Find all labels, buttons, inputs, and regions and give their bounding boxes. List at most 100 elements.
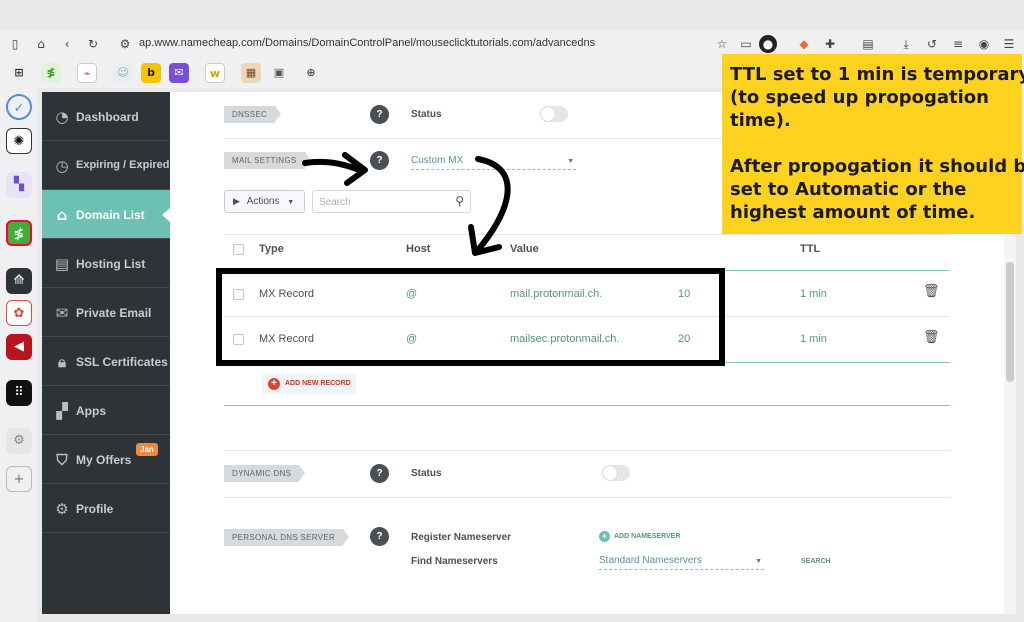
account-icon[interactable]: ◉ <box>975 35 993 53</box>
scrollbar-thumb[interactable] <box>1006 262 1014 382</box>
records-highlight-box <box>216 268 725 366</box>
download-icon[interactable]: ⤓ <box>897 35 915 53</box>
app-icon[interactable]: ▚ <box>6 172 32 198</box>
address-bar[interactable]: ap.www.namecheap.com/Domains/DomainContr… <box>139 37 595 49</box>
plus-icon: + <box>599 531 610 542</box>
bookmark-icon[interactable]: w <box>205 63 225 83</box>
bookmark-icon[interactable]: ⌁ <box>77 63 97 83</box>
find-nameservers-select[interactable]: Standard Nameservers ▼ <box>599 555 764 570</box>
app-dock: ✓ ✺ ▚ ≸ ⟰ ✿ ◀ ⠿ ⚙ + <box>0 88 38 622</box>
sidebar-item-label: Expiring / Expired <box>76 159 170 171</box>
chevron-down-icon: ▼ <box>755 558 762 565</box>
column-header-ttl: TTL <box>800 243 821 255</box>
callout-line: After propogation it should be <box>730 156 1024 177</box>
sidebar-item-hosting-list[interactable]: ▤ Hosting List <box>42 239 170 288</box>
extension-icon[interactable]: ◆ <box>795 35 813 53</box>
app-icon[interactable]: ✿ <box>6 300 32 326</box>
sidebar-item-profile[interactable]: ⚙ Profile <box>42 484 170 533</box>
trash-icon[interactable]: 🗑︎ <box>923 284 940 299</box>
sidebar-item-ssl[interactable]: 🔒︎ SSL Certificates <box>42 337 170 386</box>
clock-icon: ◷ <box>55 157 69 175</box>
bookmark-icon[interactable]: ✉ <box>169 63 189 83</box>
gear-icon: ⚙ <box>55 500 69 518</box>
sidebar-item-dashboard[interactable]: ◔ Dashboard <box>42 92 170 141</box>
bookmark-star-icon[interactable]: ☆ <box>713 35 731 53</box>
add-new-record-label: ADD NEW RECORD <box>285 380 351 387</box>
arrow-to-mail-settings <box>302 158 360 172</box>
home-icon: ⌂ <box>56 206 68 224</box>
sidebar-item-label: My Offers <box>76 453 132 467</box>
dynamic-dns-toggle[interactable] <box>602 465 630 481</box>
sidebar-item-private-email[interactable]: ✉ Private Email <box>42 288 170 337</box>
divider <box>224 450 950 451</box>
chevron-down-icon: ▼ <box>287 199 295 206</box>
home-icon[interactable]: ⌂ <box>32 35 50 53</box>
help-icon[interactable]: ? <box>370 464 389 483</box>
chevron-down-icon: ▼ <box>567 158 574 165</box>
divider <box>224 497 950 498</box>
actions-button[interactable]: ▶ Actions ▼ <box>224 190 305 213</box>
bookmark-icon[interactable]: b <box>141 63 161 83</box>
speaker-app-icon[interactable]: ◀ <box>6 334 32 360</box>
callout-line: highest amount of time. <box>730 202 976 223</box>
bookmark-icon[interactable]: ▦ <box>241 63 261 83</box>
back-icon[interactable]: ‹ <box>58 35 76 53</box>
dynamic-dns-status-label: Status <box>411 468 442 479</box>
sidebar-toggle-icon[interactable]: ▯ <box>6 35 24 53</box>
playlist-icon[interactable]: ≡ <box>949 35 967 53</box>
select-all-checkbox[interactable] <box>233 244 244 255</box>
bookmark-icon[interactable]: ≸ <box>41 63 61 83</box>
arrow-to-records <box>475 156 511 253</box>
sidebar-item-my-offers[interactable]: ⛉ My Offers Jan <box>42 435 170 484</box>
dnssec-tag: DNSSEC <box>224 106 282 123</box>
settings-app-icon[interactable]: ⚙ <box>6 428 32 454</box>
dnssec-toggle[interactable] <box>540 106 568 122</box>
personal-dns-tag: PERSONAL DNS SERVER <box>224 529 350 546</box>
actions-label: Actions <box>246 196 280 207</box>
lock-icon: 🔒︎ <box>58 353 66 371</box>
dnssec-status-label: Status <box>411 109 442 120</box>
play-icon: ▶ <box>233 197 240 207</box>
add-new-record-button[interactable]: + ADD NEW RECORD <box>262 373 356 395</box>
callout-line: set to Automatic or the <box>730 179 967 200</box>
add-app-icon[interactable]: + <box>6 466 32 492</box>
help-icon[interactable]: ? <box>370 105 389 124</box>
find-nameservers-label: Find Nameservers <box>411 556 498 567</box>
dynamic-dns-tag: DYNAMIC DNS <box>224 465 306 482</box>
bookmark-icon[interactable]: ▣ <box>269 63 289 83</box>
site-settings-icon[interactable]: ⚙ <box>116 35 134 53</box>
reload-icon[interactable]: ↻ <box>84 35 102 53</box>
sidebar-item-label: Apps <box>76 404 106 418</box>
help-icon[interactable]: ? <box>370 527 389 546</box>
extension-icon[interactable]: ● <box>759 35 777 53</box>
sidebar-item-domain-list[interactable]: ⌂ Domain List <box>42 190 170 239</box>
envelope-icon: ✉ <box>55 304 69 322</box>
puzzle-icon[interactable]: ✚ <box>821 35 839 53</box>
plus-icon: + <box>268 378 280 390</box>
sidebar-item-label: Dashboard <box>76 110 139 124</box>
add-nameserver-label: ADD NAMESERVER <box>614 533 681 540</box>
register-nameserver-label: Register Nameserver <box>411 532 512 543</box>
apps-grid-icon[interactable]: ⊞ <box>9 63 29 83</box>
app-icon[interactable]: ⠿ <box>6 380 32 406</box>
new-tab-icon[interactable]: ⊕ <box>301 63 321 83</box>
bookmark-icon[interactable]: ☺ <box>113 63 133 83</box>
menu-icon[interactable]: ☰ <box>1000 35 1018 53</box>
sync-icon[interactable]: ↺ <box>923 35 941 53</box>
speedometer-icon: ◔ <box>55 108 69 126</box>
callout-line: TTL set to 1 min is temporary <box>730 64 1024 85</box>
reader-icon[interactable]: ▭ <box>737 35 755 53</box>
check-app-icon[interactable]: ✓ <box>6 94 32 120</box>
app-icon[interactable]: ⟰ <box>6 268 32 294</box>
trash-icon[interactable]: 🗑︎ <box>923 330 940 345</box>
app-icon[interactable]: ≸ <box>6 220 32 246</box>
search-nameservers-button[interactable]: SEARCH <box>801 558 831 565</box>
sidebar-item-label: Domain List <box>76 208 145 222</box>
column-header-type: Type <box>259 243 284 255</box>
sidebar-item-apps[interactable]: ▞ Apps <box>42 386 170 435</box>
chatgpt-icon[interactable]: ✺ <box>6 128 32 154</box>
notes-icon[interactable]: ▤ <box>859 35 877 53</box>
sidebar-item-label: SSL Certificates <box>76 355 168 369</box>
sidebar-item-expiring[interactable]: ◷ Expiring / Expired <box>42 141 170 190</box>
annotation-arrows <box>302 152 511 256</box>
